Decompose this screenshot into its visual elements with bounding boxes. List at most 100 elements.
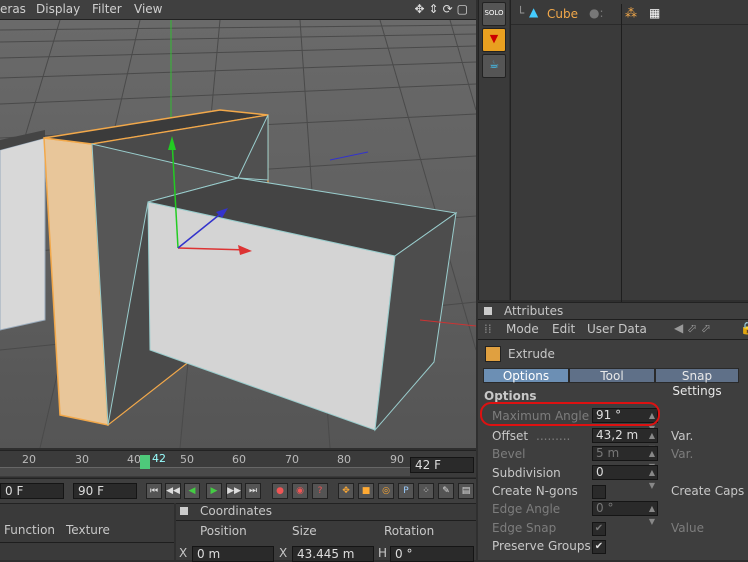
param-key-icon[interactable]: P: [398, 483, 414, 499]
bevel-field[interactable]: 5 m▲▼: [592, 446, 658, 471]
size-x-label: X: [279, 546, 288, 560]
bevel-value: 5 m: [596, 446, 620, 460]
timeline-playhead[interactable]: [140, 455, 150, 469]
offset-value: 43,2 m: [596, 428, 639, 442]
edge-snap-label: Edge Snap: [492, 521, 557, 535]
play-icon[interactable]: ▶: [206, 483, 222, 499]
material-manager: Function Texture: [0, 503, 174, 560]
header-rotation: Rotation: [384, 524, 435, 538]
texture-tag-icon[interactable]: ▦: [649, 6, 660, 20]
menu-edit[interactable]: Edit: [552, 322, 575, 336]
menu-mode[interactable]: Mode: [506, 322, 539, 336]
tick-label: 80: [337, 453, 351, 466]
drag-handle-icon[interactable]: ⁞⁞: [484, 322, 492, 336]
panel-grip-icon[interactable]: [180, 507, 188, 515]
offset-field[interactable]: 43,2 m▲▼: [592, 428, 658, 453]
tab-snap-settings[interactable]: Snap Settings: [655, 368, 739, 398]
edge-angle-value: 0 °: [596, 501, 614, 515]
current-frame-field[interactable]: 42 F: [410, 457, 474, 473]
teapot-icon[interactable]: ☕: [482, 54, 506, 78]
timeline-track[interactable]: [0, 467, 410, 476]
coordinates-title: Coordinates: [200, 504, 273, 518]
subdivision-label: Subdivision: [492, 466, 561, 480]
end-frame-field[interactable]: 90 F: [73, 483, 137, 499]
menu-user-data[interactable]: User Data: [587, 322, 647, 336]
keyframe-selection-icon[interactable]: ✎: [438, 483, 454, 499]
box-left-face: [0, 137, 46, 331]
object-row[interactable]: └ ▲ Cube ●: ⁂ ▦: [511, 4, 748, 304]
menu-filter[interactable]: Filter: [92, 2, 122, 16]
goto-end-icon[interactable]: ⏭: [245, 483, 261, 499]
value-label: Value: [671, 521, 704, 535]
divider: [478, 339, 748, 340]
divider: [478, 319, 748, 320]
tab-tool[interactable]: Tool: [569, 368, 655, 383]
rotate-key-icon[interactable]: ◎: [378, 483, 394, 499]
highlight-ring: [480, 402, 660, 426]
divider: [0, 542, 174, 543]
attribute-manager: Attributes ⁞⁞ Mode Edit User Data ◀ ⬀ ⬀ …: [478, 302, 748, 560]
tick-label: 90: [390, 453, 404, 466]
move-key-icon[interactable]: ✥: [338, 483, 354, 499]
solo-icon[interactable]: SOLO: [482, 2, 506, 26]
menu-view[interactable]: View: [134, 2, 162, 16]
divider: [176, 520, 476, 521]
dots: .........: [536, 429, 571, 443]
viewport-nav-icons[interactable]: ✥⇕⟳▢: [414, 2, 472, 16]
panel-grip-icon[interactable]: [484, 307, 492, 315]
phong-tag-icon[interactable]: ⁂: [625, 6, 637, 20]
pla-key-icon[interactable]: ⁘: [418, 483, 434, 499]
layer-icon[interactable]: ▼: [482, 28, 506, 52]
rotation-h-label: H: [378, 546, 388, 560]
x-label: X: [179, 546, 188, 560]
autokey-icon[interactable]: ◉: [292, 483, 308, 499]
3d-viewport[interactable]: [0, 20, 476, 448]
cube-object-icon: ▲: [529, 5, 539, 19]
visibility-dots-icon[interactable]: ●:: [589, 6, 604, 20]
preserve-groups-checkbox[interactable]: ✔: [592, 540, 606, 554]
menu-texture[interactable]: Texture: [66, 523, 110, 537]
scale-key-icon[interactable]: ■: [358, 483, 374, 499]
tick-label: 20: [22, 453, 36, 466]
timeline-options-icon[interactable]: ▤: [458, 483, 474, 499]
rotation-h-field[interactable]: 0 °: [390, 546, 474, 562]
step-back-icon[interactable]: ◀◀: [165, 483, 181, 499]
menu-function[interactable]: Function: [4, 523, 55, 537]
lock-icon[interactable]: 🔒: [740, 321, 748, 335]
preserve-groups-label: Preserve Groups: [492, 539, 591, 553]
step-forward-icon[interactable]: ▶▶: [226, 483, 242, 499]
var-label-1: Var.: [671, 429, 694, 443]
offset-label: Offset: [492, 429, 529, 443]
edge-angle-field[interactable]: 0 ° ▲ ▼: [592, 501, 658, 526]
coordinates-manager: Coordinates Position Size Rotation X 0 m…: [176, 503, 476, 562]
tab-options[interactable]: Options: [483, 368, 569, 383]
spinner-icon[interactable]: ▲▼: [649, 466, 655, 492]
menu-cameras[interactable]: eras: [0, 2, 26, 16]
subdivision-field[interactable]: 0 ▲ ▼: [592, 465, 658, 490]
create-caps-label: Create Caps: [671, 484, 745, 498]
tick-label: 30: [75, 453, 89, 466]
section-title: Options: [484, 389, 537, 403]
header-size: Size: [292, 524, 317, 538]
help-icon[interactable]: ?: [312, 483, 328, 499]
play-reverse-icon[interactable]: ◀: [184, 483, 200, 499]
column-divider: [621, 4, 622, 304]
current-frame-label: 42: [152, 452, 166, 465]
create-ngons-checkbox[interactable]: [592, 485, 606, 499]
spinner-icon[interactable]: ▲▼: [649, 502, 655, 528]
var-label-2: Var.: [671, 447, 694, 461]
start-frame-field[interactable]: 0 F: [0, 483, 64, 499]
record-icon[interactable]: ●: [272, 483, 288, 499]
tick-label: 50: [180, 453, 194, 466]
position-x-field[interactable]: 0 m: [192, 546, 274, 562]
goto-start-icon[interactable]: ⏮: [146, 483, 162, 499]
size-x-field[interactable]: 43.445 m: [292, 546, 374, 562]
back-arrow-icon[interactable]: ◀ ⬀ ⬀: [674, 321, 711, 335]
timeline-ruler[interactable]: 20 30 40 50 60 70 80 90: [0, 450, 476, 477]
extrude-tool-icon: [485, 346, 501, 362]
subdivision-value: 0: [596, 465, 604, 479]
object-name[interactable]: Cube: [547, 7, 578, 21]
menu-display[interactable]: Display: [36, 2, 80, 16]
edge-snap-checkbox[interactable]: ✔: [592, 522, 606, 536]
header-position: Position: [200, 524, 247, 538]
